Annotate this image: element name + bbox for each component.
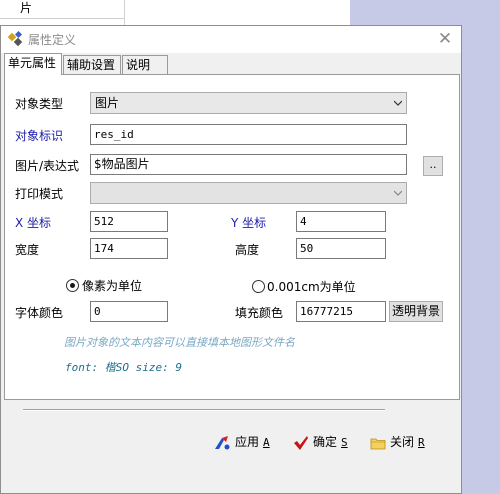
separator bbox=[23, 409, 385, 411]
close-shortcut: R bbox=[418, 436, 425, 449]
font-info-text: font: 楷SO size: 9 bbox=[65, 361, 182, 374]
pixel-unit-radio[interactable] bbox=[66, 279, 79, 292]
mm-unit-radio[interactable] bbox=[252, 280, 265, 293]
tab-unit-properties[interactable]: 单元属性 bbox=[4, 53, 62, 75]
object-type-label: 对象类型 bbox=[15, 97, 64, 111]
object-type-value: 图片 bbox=[95, 96, 120, 110]
properties-icon bbox=[8, 31, 23, 47]
dialog-title: 属性定义 bbox=[28, 33, 77, 47]
title-bar[interactable]: 属性定义 ✕ bbox=[1, 26, 461, 53]
apply-shortcut: A bbox=[263, 436, 270, 449]
print-mode-select[interactable] bbox=[90, 182, 407, 204]
apply-icon bbox=[215, 435, 230, 449]
tab-auxiliary-settings[interactable]: 辅助设置 bbox=[63, 55, 121, 75]
hint-text: 图片对象的文本内容可以直接填本地图形文件名 bbox=[64, 336, 295, 349]
folder-icon bbox=[370, 438, 386, 449]
fill-color-input[interactable]: 16777215 bbox=[296, 301, 386, 322]
transparent-background-button[interactable]: 透明背景 bbox=[389, 301, 443, 322]
ok-button[interactable]: 确定 S bbox=[293, 433, 348, 453]
expression-input[interactable]: $物品图片 bbox=[90, 154, 407, 175]
apply-button[interactable]: 应用 A bbox=[213, 433, 270, 453]
height-label: 高度 bbox=[235, 243, 260, 257]
x-coordinate-label: X 坐标 bbox=[15, 216, 52, 230]
ok-label: 确定 bbox=[313, 435, 338, 449]
apply-label: 应用 bbox=[235, 435, 260, 449]
y-coordinate-input[interactable]: 4 bbox=[296, 211, 386, 232]
ok-shortcut: S bbox=[341, 436, 348, 449]
tab-panel: 对象类型 图片 对象标识 res_id 图片/表达式 $物品图片 .. 打印模式… bbox=[4, 74, 460, 400]
fill-color-label: 填充颜色 bbox=[235, 306, 284, 320]
font-color-label: 字体颜色 bbox=[15, 306, 64, 320]
width-label: 宽度 bbox=[15, 243, 40, 257]
close-label: 关闭 bbox=[390, 435, 415, 449]
expression-label: 图片/表达式 bbox=[15, 159, 80, 173]
chevron-down-icon bbox=[394, 190, 402, 196]
object-id-input[interactable]: res_id bbox=[90, 124, 407, 145]
x-coordinate-input[interactable]: 512 bbox=[90, 211, 168, 232]
print-mode-label: 打印模式 bbox=[15, 187, 64, 201]
object-type-select[interactable]: 图片 bbox=[90, 92, 407, 114]
checkmark-icon bbox=[294, 435, 308, 450]
browse-button[interactable]: .. bbox=[423, 156, 443, 176]
tab-description[interactable]: 说明 bbox=[122, 55, 168, 75]
property-dialog: 属性定义 ✕ 单元属性 辅助设置 说明 对象类型 图片 对象标识 res_id … bbox=[0, 25, 462, 494]
height-input[interactable]: 50 bbox=[296, 238, 386, 259]
y-coordinate-label: Y 坐标 bbox=[231, 216, 267, 230]
object-id-label: 对象标识 bbox=[15, 129, 64, 143]
pixel-unit-label: 像素为单位 bbox=[82, 279, 143, 293]
width-input[interactable]: 174 bbox=[90, 238, 168, 259]
chevron-down-icon bbox=[394, 100, 402, 106]
font-color-input[interactable]: 0 bbox=[90, 301, 168, 322]
background-cell: 片 bbox=[0, 0, 125, 19]
mm-unit-label: 0.001cm为单位 bbox=[267, 280, 356, 294]
close-icon[interactable]: ✕ bbox=[435, 29, 455, 49]
close-button[interactable]: 关闭 R bbox=[370, 433, 425, 453]
